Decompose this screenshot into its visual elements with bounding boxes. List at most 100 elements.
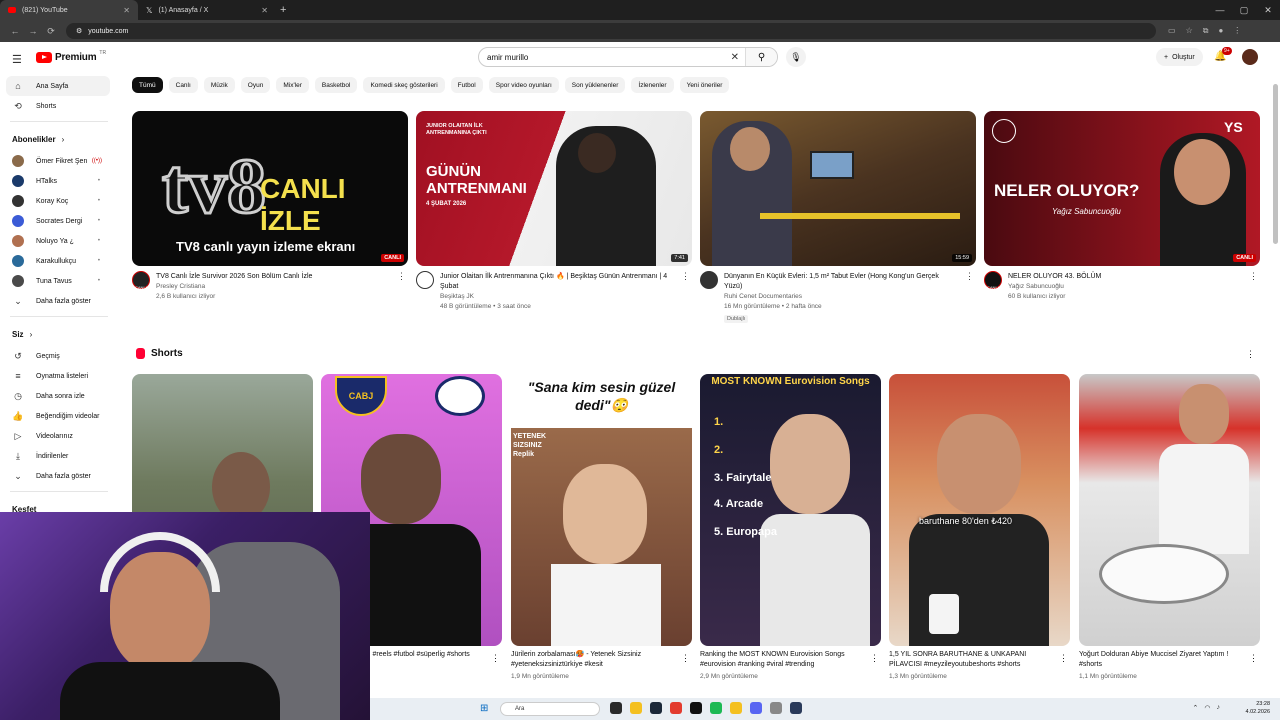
short-thumbnail[interactable]: "Sana kim sesin güzel dedi"😳 YETENEK SIZ… bbox=[511, 374, 692, 646]
voice-search-button[interactable]: 🎙 bbox=[786, 47, 806, 67]
channel-avatar[interactable]: CANLI bbox=[984, 271, 1002, 290]
notifications-button[interactable]: 🔔 9+ bbox=[1214, 47, 1232, 62]
discord-icon[interactable] bbox=[750, 702, 762, 714]
short-card[interactable]: MOST KNOWN Eurovision Songs 1. 2. 3. Fai… bbox=[700, 374, 881, 694]
close-tab-icon[interactable]: ✕ bbox=[123, 6, 130, 15]
close-tab-icon[interactable]: ✕ bbox=[261, 6, 268, 15]
settings-icon[interactable] bbox=[770, 702, 782, 714]
channel-avatar[interactable] bbox=[700, 271, 718, 289]
account-avatar[interactable] bbox=[1242, 49, 1258, 65]
you-heading[interactable]: Siz › bbox=[0, 322, 118, 346]
profile-icon[interactable]: ● bbox=[1218, 26, 1223, 36]
extensions-icon[interactable]: ⧉ bbox=[1203, 26, 1209, 36]
sidebar-subscription-item[interactable]: Ömer Fikret Şen ((•)) bbox=[0, 151, 118, 171]
task-view-icon[interactable] bbox=[610, 702, 622, 714]
more-actions-icon[interactable]: ⋮ bbox=[870, 653, 879, 664]
search-button[interactable]: ⚲ bbox=[745, 48, 777, 66]
menu-icon[interactable]: ☰ bbox=[12, 53, 22, 66]
filter-chip[interactable]: Spor video oyunları bbox=[488, 77, 559, 93]
video-thumbnail[interactable]: tv8 CANLI İZLE TV8 canlı yayın izleme ek… bbox=[132, 111, 408, 266]
chrome-icon[interactable] bbox=[670, 702, 682, 714]
subscriptions-heading[interactable]: Abonelikler › bbox=[0, 127, 118, 151]
cast-icon[interactable]: ▭ bbox=[1168, 26, 1176, 36]
more-actions-icon[interactable]: ⋮ bbox=[1059, 653, 1068, 664]
search-input[interactable]: amir murillo ✕ ⚲ bbox=[478, 47, 778, 67]
video-card[interactable]: JUNIOR OLAITAN İLK ANTRENMANINA ÇIKTI GÜ… bbox=[416, 111, 692, 331]
filter-chip[interactable]: İzlenenler bbox=[631, 77, 674, 93]
sidebar-subscription-item[interactable]: HTalks • bbox=[0, 171, 118, 191]
forward-icon[interactable]: → bbox=[24, 26, 42, 36]
more-actions-icon[interactable]: ⋮ bbox=[965, 271, 974, 282]
sidebar-item-history[interactable]: ↺ Geçmiş bbox=[0, 346, 118, 366]
channel-name[interactable]: Yağız Sabuncuoğlu bbox=[1008, 283, 1064, 290]
more-actions-icon[interactable]: ⋮ bbox=[397, 271, 406, 282]
sidebar-item-like[interactable]: 👍 Beğendiğim videolar bbox=[0, 406, 118, 426]
short-title[interactable]: Yoğurt Dolduran Abiye Muccisel Ziyaret Y… bbox=[1079, 650, 1244, 670]
back-icon[interactable]: ← bbox=[6, 26, 24, 36]
channel-name[interactable]: Beşiktaş JK bbox=[440, 293, 474, 300]
short-card[interactable]: Yoğurt Dolduran Abiye Muccisel Ziyaret Y… bbox=[1079, 374, 1260, 694]
create-button[interactable]: + Oluştur bbox=[1156, 48, 1203, 66]
page-scrollbar[interactable] bbox=[1273, 74, 1278, 698]
filter-chip[interactable]: Futbol bbox=[450, 77, 483, 93]
new-tab-icon[interactable]: + bbox=[280, 4, 286, 16]
more-actions-icon[interactable]: ⋮ bbox=[1249, 653, 1258, 664]
sidebar-item-video[interactable]: ▷ Videolarınız bbox=[0, 426, 118, 446]
short-title[interactable]: 1,5 YIL SONRA BARUTHANE & UNKAPANI PİLAV… bbox=[889, 650, 1054, 670]
video-thumbnail[interactable]: JUNIOR OLAITAN İLK ANTRENMANINA ÇIKTI GÜ… bbox=[416, 111, 692, 266]
short-thumbnail[interactable] bbox=[1079, 374, 1260, 646]
video-thumbnail[interactable]: YS NELER OLUYOR? Yağız Sabuncuoğlu CANLI bbox=[984, 111, 1260, 266]
bookmark-star-icon[interactable]: ☆ bbox=[1186, 26, 1193, 36]
volume-icon[interactable]: ♪ bbox=[1217, 704, 1221, 712]
steam-icon[interactable] bbox=[650, 702, 662, 714]
video-card[interactable]: tv8 CANLI İZLE TV8 canlı yayın izleme ek… bbox=[132, 111, 408, 331]
more-actions-icon[interactable]: ⋮ bbox=[681, 271, 690, 282]
filter-chip[interactable]: Canlı bbox=[168, 77, 198, 93]
short-card[interactable]: "Sana kim sesin güzel dedi"😳 YETENEK SIZ… bbox=[511, 374, 692, 694]
file-explorer-icon[interactable] bbox=[630, 702, 642, 714]
sidebar-subscription-item[interactable]: Noluyo Ya ¿ • bbox=[0, 231, 118, 251]
video-card[interactable]: 15:59 Dünyanın En Küçük Evleri: 1,5 m² T… bbox=[700, 111, 976, 331]
chevron-up-icon[interactable]: ⌃ bbox=[1193, 704, 1199, 712]
folder-icon[interactable] bbox=[730, 702, 742, 714]
short-title[interactable]: Jürilerin zorbalaması🥵 - Yetenek Sizsini… bbox=[511, 650, 676, 670]
shorts-more-icon[interactable]: ⋮ bbox=[1246, 349, 1255, 360]
more-actions-icon[interactable]: ⋮ bbox=[681, 653, 690, 664]
video-title[interactable]: Dünyanın En Küçük Evleri: 1,5 m² Tabut E… bbox=[724, 272, 954, 292]
sidebar-subscription-item[interactable]: Socrates Dergi • bbox=[0, 211, 118, 231]
sidebar-item-shorts[interactable]: ⟲ Shorts bbox=[0, 96, 118, 116]
reload-icon[interactable]: ⟳ bbox=[42, 26, 60, 37]
video-title[interactable]: NELER OLUYOR 43. BÖLÜM bbox=[1008, 272, 1238, 282]
short-title[interactable]: Ranking the MOST KNOWN Eurovision Songs … bbox=[700, 650, 865, 670]
filter-chip[interactable]: Komedi skeç gösterileri bbox=[363, 77, 445, 93]
sidebar-item-home[interactable]: ⌂ Ana Sayfa bbox=[6, 76, 110, 96]
channel-name[interactable]: Presley Cristiana bbox=[156, 283, 205, 290]
url-field[interactable]: ⚙ youtube.com bbox=[66, 23, 1156, 39]
channel-name[interactable]: Ruhi Cenet Documentaries bbox=[724, 293, 802, 300]
sidebar-subscription-item[interactable]: Karakullukçu • bbox=[0, 251, 118, 271]
filter-chip[interactable]: Yeni öneriler bbox=[679, 77, 730, 93]
sidebar-item-chevron-down[interactable]: ⌄ Daha fazla göster bbox=[0, 466, 118, 486]
browser-menu-icon[interactable]: ⋮ bbox=[1233, 26, 1241, 36]
spotify-icon[interactable] bbox=[710, 702, 722, 714]
more-actions-icon[interactable]: ⋮ bbox=[491, 653, 500, 664]
short-thumbnail[interactable]: baruthane 80'den ₺420 bbox=[889, 374, 1070, 646]
clock[interactable]: 23:28 4.02.2026 bbox=[1246, 700, 1270, 716]
filter-chip[interactable]: Müzik bbox=[203, 77, 235, 93]
sidebar-item-download[interactable]: ⤓ İndirilenler bbox=[0, 446, 118, 466]
sidebar-show-more[interactable]: ⌄ Daha fazla göster bbox=[0, 291, 118, 311]
filter-chip[interactable]: Basketbol bbox=[314, 77, 358, 93]
taskbar-search[interactable]: Ara bbox=[500, 702, 600, 716]
channel-avatar[interactable]: CANLI bbox=[132, 271, 150, 290]
filter-chip[interactable]: Oyun bbox=[240, 77, 271, 93]
video-thumbnail[interactable]: 15:59 bbox=[700, 111, 976, 266]
wifi-icon[interactable]: ◠ bbox=[1204, 704, 1210, 712]
video-card[interactable]: YS NELER OLUYOR? Yağız Sabuncuoğlu CANLI… bbox=[984, 111, 1260, 331]
browser-tab-x[interactable]: 𝕏 (1) Anasayfa / X ✕ bbox=[138, 0, 276, 20]
filter-chip[interactable]: Tümü bbox=[132, 77, 163, 93]
sidebar-item-playlist[interactable]: ≡ Oynatma listeleri bbox=[0, 366, 118, 386]
short-card[interactable]: baruthane 80'den ₺420 1,5 YIL SONRA BARU… bbox=[889, 374, 1070, 694]
minimize-icon[interactable]: — bbox=[1208, 5, 1232, 15]
video-title[interactable]: TV8 Canlı İzle Survivor 2026 Son Bölüm C… bbox=[156, 272, 386, 282]
sidebar-subscription-item[interactable]: Tuna Tavus • bbox=[0, 271, 118, 291]
